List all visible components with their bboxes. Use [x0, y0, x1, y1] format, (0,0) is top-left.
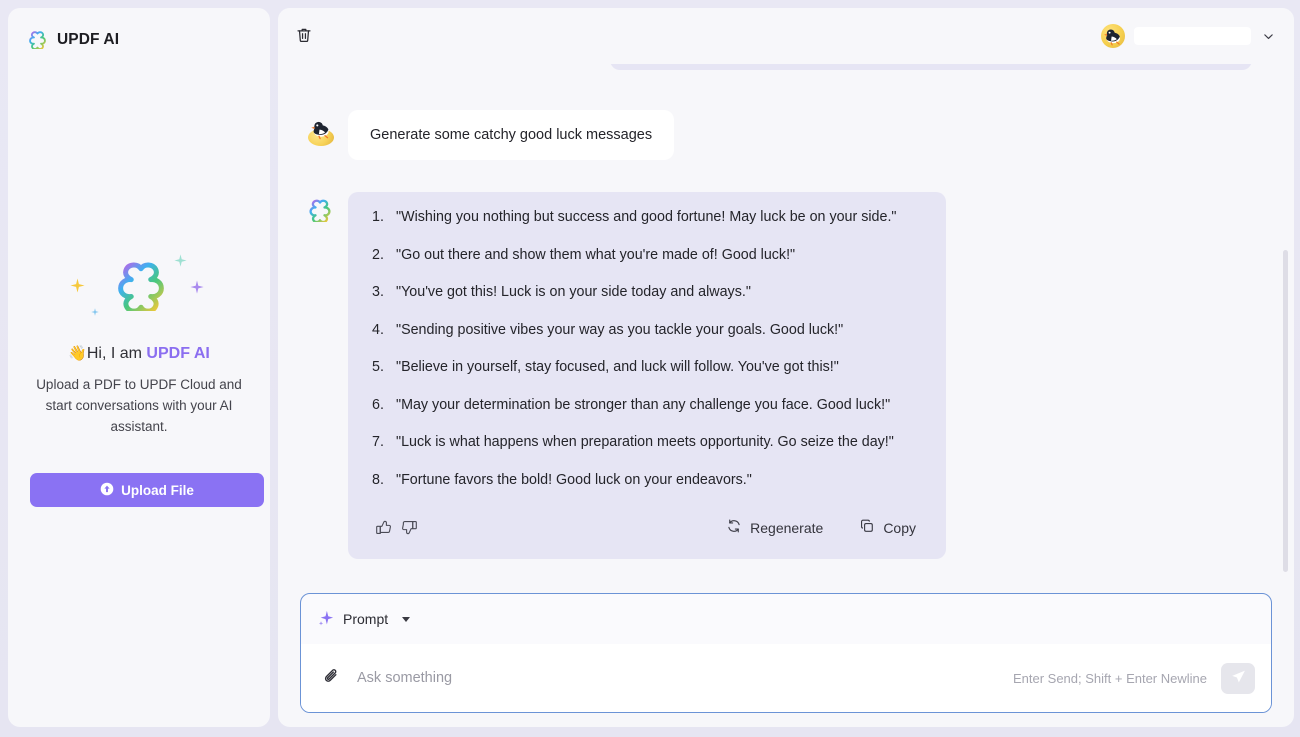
user-avatar-bird-icon — [308, 116, 334, 146]
thumbs-up-icon[interactable] — [370, 515, 396, 541]
composer-toolbar: Prompt — [301, 594, 1271, 644]
regenerate-button[interactable]: Regenerate — [726, 518, 823, 537]
caret-down-icon — [402, 616, 411, 622]
wave-emoji-icon: 👋 — [68, 345, 87, 362]
message-input[interactable] — [357, 670, 999, 686]
list-item: "Go out there and show them what you're … — [372, 246, 796, 264]
refresh-icon — [726, 518, 742, 537]
composer-wrapper: Prompt Enter Send; Shift + Enter Newlin — [278, 593, 1294, 727]
upload-file-label: Upload File — [121, 482, 194, 498]
previous-message-clipped — [610, 64, 1252, 70]
user-account-area[interactable] — [1101, 24, 1280, 48]
composer-hint: Enter Send; Shift + Enter Newline — [1012, 670, 1207, 686]
list-item: "Luck is what happens when preparation m… — [372, 433, 894, 451]
ai-message-bubble: "Wishing you nothing but success and goo… — [348, 192, 946, 559]
copy-icon — [859, 518, 875, 537]
app-title: UPDF AI — [57, 30, 120, 48]
updf-clover-logo-icon — [28, 30, 47, 49]
thumbs-down-icon[interactable] — [396, 515, 422, 541]
copy-button[interactable]: Copy — [859, 518, 916, 537]
send-button[interactable] — [1221, 662, 1255, 694]
hero-greeting-brand: UPDF AI — [146, 345, 210, 362]
user-avatar-bird-icon — [1101, 24, 1125, 48]
trash-icon — [295, 26, 313, 47]
hero-logo-group — [64, 254, 214, 324]
updf-clover-logo-icon — [115, 259, 167, 311]
sidebar-hero: 👋Hi, I am UPDF AI Upload a PDF to UPDF C… — [8, 254, 270, 438]
sparkle-teal-icon — [174, 254, 187, 272]
ai-message-list: "Wishing you nothing but success and goo… — [364, 208, 922, 490]
sparkle-blue-small-icon — [91, 303, 99, 321]
attach-file-button[interactable] — [319, 666, 343, 690]
message-composer: Prompt Enter Send; Shift + Enter Newlin — [300, 593, 1272, 713]
list-item: "Sending positive vibes your way as you … — [372, 321, 844, 339]
chat-topbar — [278, 8, 1294, 64]
app-root: UPDF AI 👋Hi, I am UPDF AI Upload a PDF t… — [0, 0, 1300, 737]
upload-file-button[interactable]: Upload File — [30, 473, 264, 507]
upload-circle-arrow-icon — [100, 482, 114, 499]
sparkle-purple-icon — [190, 280, 204, 299]
chat-panel: Generate some catchy good luck messages … — [278, 8, 1294, 727]
chat-scroll-area: Generate some catchy good luck messages … — [278, 64, 1294, 593]
paperclip-icon — [322, 667, 341, 689]
user-name-field — [1134, 27, 1251, 45]
user-message: Generate some catchy good luck messages — [292, 110, 1272, 160]
sparkle-yellow-icon — [70, 278, 85, 298]
list-item: "Fortune favors the bold! Good luck on y… — [372, 471, 752, 489]
delete-conversation-button[interactable] — [291, 23, 317, 49]
copy-label: Copy — [883, 519, 916, 536]
list-item: "Wishing you nothing but success and goo… — [372, 208, 897, 226]
user-message-text: Generate some catchy good luck messages — [348, 110, 675, 160]
sidebar: UPDF AI 👋Hi, I am UPDF AI Upload a PDF t… — [8, 8, 270, 727]
hero-description: Upload a PDF to UPDF Cloud and start con… — [36, 377, 242, 434]
list-item: "May your determination be stronger than… — [372, 396, 891, 414]
hero-greeting-prefix: Hi, I am — [86, 345, 147, 362]
prompt-label: Prompt — [343, 611, 389, 627]
brand: UPDF AI — [8, 8, 270, 49]
send-paper-plane-icon — [1230, 668, 1247, 688]
composer-input-row: Enter Send; Shift + Enter Newline — [301, 644, 1271, 712]
list-item: "Believe in yourself, stay focused, and … — [372, 358, 839, 376]
prompt-dropdown-button[interactable]: Prompt — [318, 610, 411, 629]
ai-message-actions: Regenerate Copy — [364, 509, 922, 551]
regenerate-label: Regenerate — [750, 519, 824, 536]
ai-message: "Wishing you nothing but success and goo… — [292, 192, 1272, 559]
chat-scrollbar[interactable] — [1283, 250, 1288, 572]
hero-greeting: 👋Hi, I am UPDF AI — [22, 344, 256, 363]
updf-clover-logo-icon — [308, 198, 334, 224]
list-item: "You've got this! Luck is on your side t… — [372, 283, 751, 301]
sparkle-purple-icon — [318, 610, 334, 629]
chevron-down-icon[interactable] — [1260, 28, 1276, 44]
